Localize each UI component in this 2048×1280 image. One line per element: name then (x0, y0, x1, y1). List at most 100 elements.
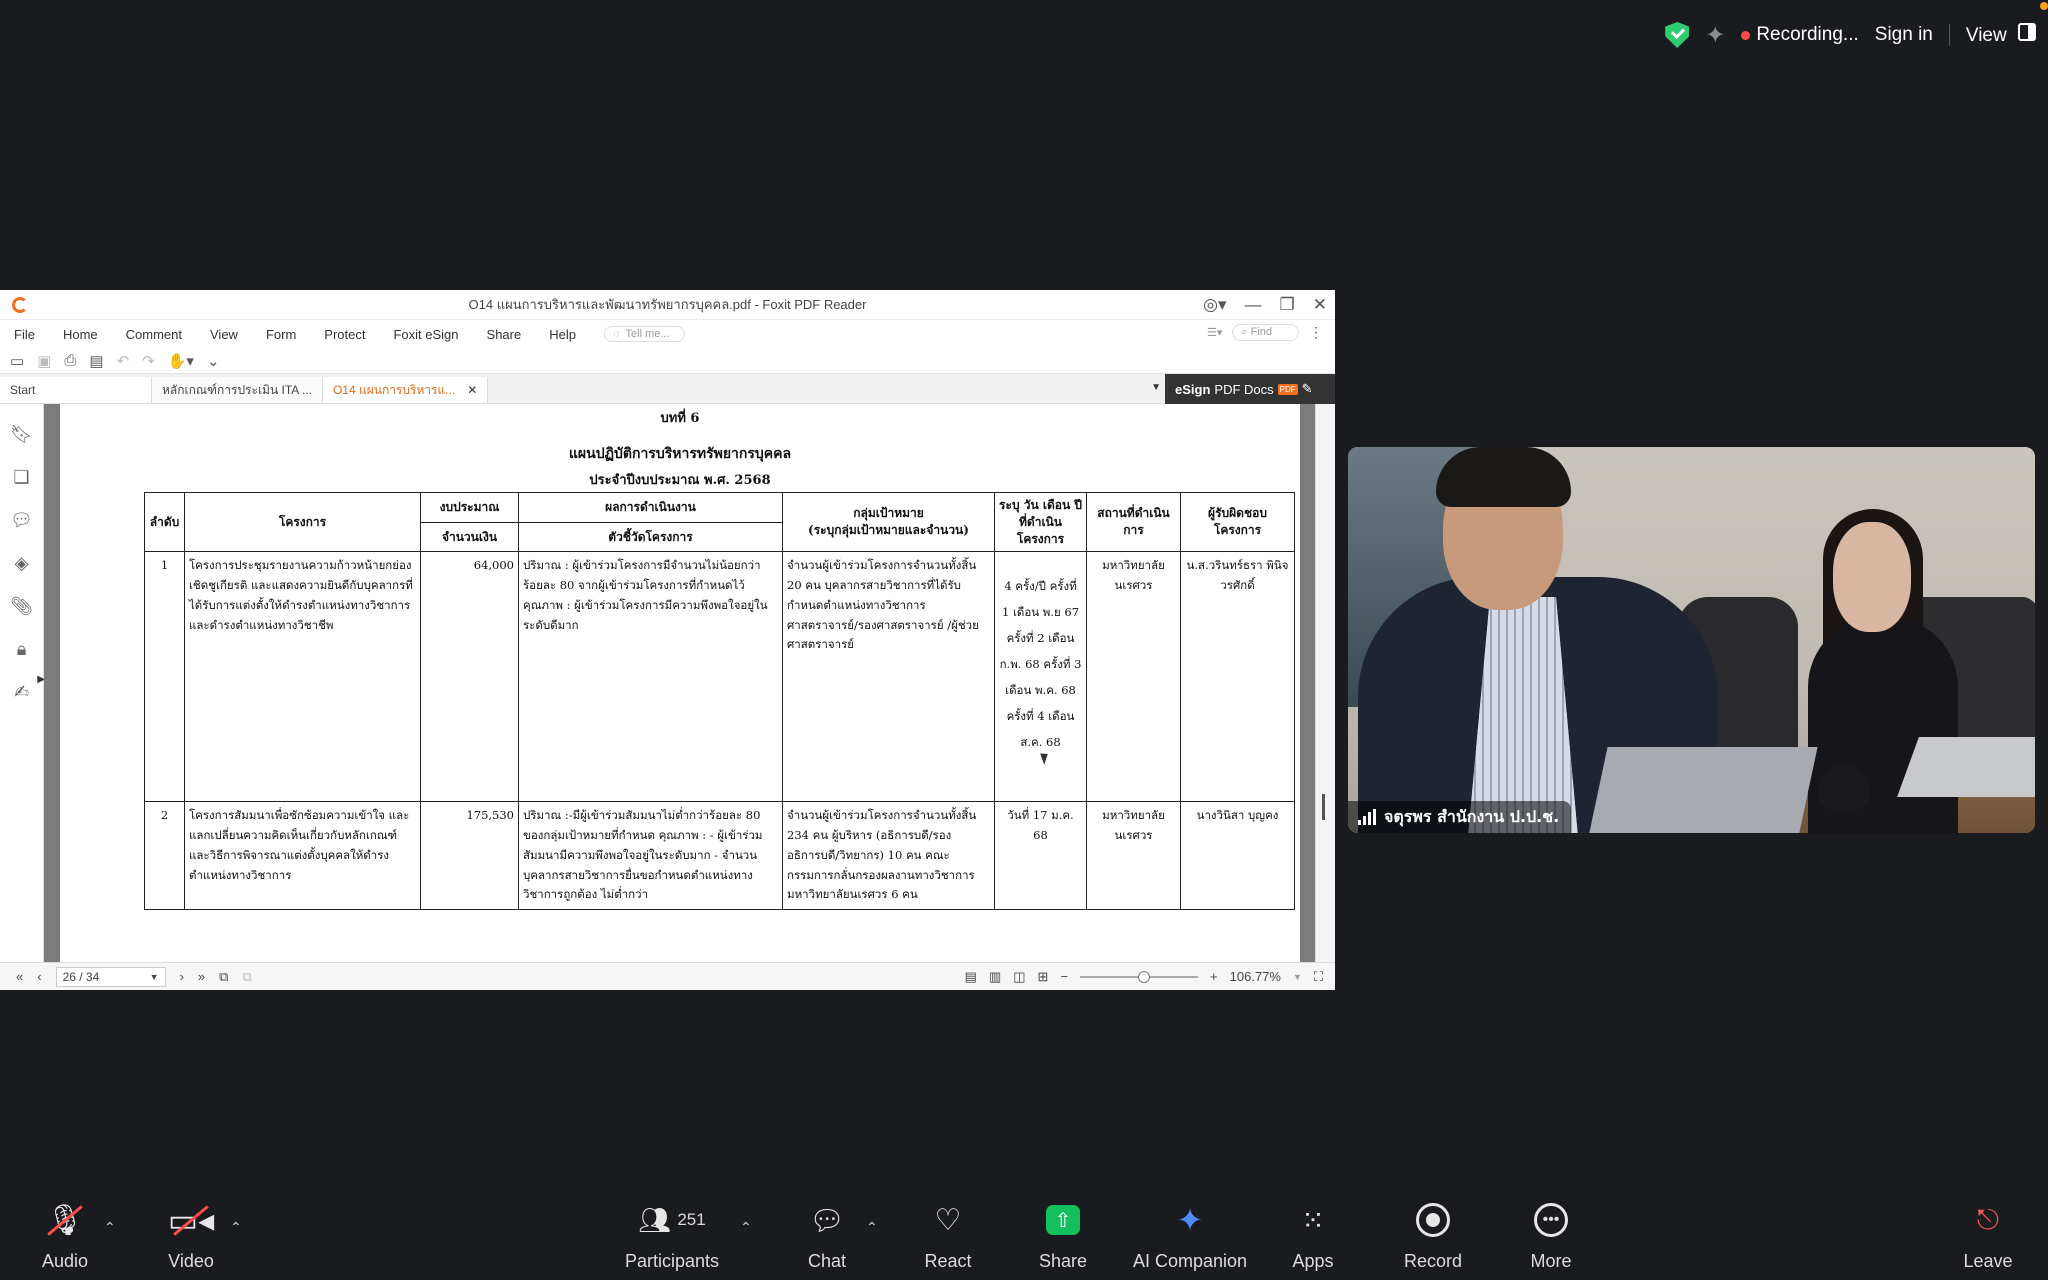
menu-home[interactable]: Home (63, 327, 98, 342)
close-icon[interactable]: ✕ (1313, 295, 1327, 315)
page-number-field[interactable]: 26 / 34 ▼ (55, 966, 166, 987)
apps-label: Apps (1292, 1251, 1334, 1271)
next-page-icon[interactable]: › (180, 969, 184, 984)
print-icon[interactable]: ⎙ (64, 352, 76, 369)
search-mode-icon[interactable]: ☰▾ (1207, 326, 1222, 339)
record-button[interactable]: Record (1400, 1170, 1466, 1280)
open-icon[interactable]: ▭ (10, 352, 24, 370)
first-page-icon[interactable]: « (16, 969, 23, 984)
layers-icon[interactable]: ◈ (15, 553, 29, 574)
cell-place: มหาวิทยาลัยนเรศวร (1086, 801, 1181, 911)
single-page-icon[interactable]: ▤ (965, 969, 977, 985)
video-options-caret-icon[interactable]: ⌃ (230, 1220, 242, 1236)
redo-icon[interactable]: ↷ (142, 352, 155, 370)
header-owner: ผู้รับผิดชอบโครงการ (1180, 491, 1295, 553)
menu-file[interactable]: File (14, 327, 35, 342)
foxit-body: 🔖︎ ❏ 💬︎ ◈ 📎︎ 🔒︎ ✍︎ ▶ บทที่ 6 แผนปฏิบัติก… (0, 404, 1335, 962)
header-result-sub: ตัวชี้วัดโครงการ (518, 521, 783, 553)
signature-icon[interactable]: ✍︎ (14, 682, 29, 703)
participant-name: จตุรพร สำนักงาน ป.ป.ช. (1384, 806, 1560, 826)
audio-options-caret-icon[interactable]: ⌃ (104, 1220, 116, 1236)
react-button[interactable]: ♡ React (920, 1170, 976, 1280)
restore-icon[interactable]: ❐ (1280, 295, 1295, 315)
ai-companion-icon: ✦ (1176, 1202, 1204, 1238)
more-options-icon[interactable]: ⋮ (1309, 324, 1323, 341)
menu-form[interactable]: Form (266, 327, 296, 342)
video-laptop (1897, 737, 2035, 797)
tab-close-icon[interactable]: ✕ (467, 383, 477, 397)
zoom-slider[interactable] (1080, 970, 1199, 983)
chat-button[interactable]: 💬︎ Chat (800, 1170, 854, 1280)
apps-button[interactable]: ⁙ Apps (1285, 1170, 1341, 1280)
page-dropdown-icon: ▼ (149, 971, 159, 982)
minimize-icon[interactable]: — (1245, 295, 1262, 315)
pages-icon[interactable]: ❏ (13, 467, 29, 488)
participants-caret-icon[interactable]: ⌃ (740, 1220, 752, 1236)
tab-start[interactable]: Start (0, 377, 152, 403)
cell-project: โครงการประชุมรายงานความก้าวหน้ายกย่องเชิ… (184, 551, 421, 803)
share-button[interactable]: ⇧ Share (1035, 1170, 1091, 1280)
print-preview-icon[interactable]: ▤ (89, 352, 103, 370)
lock-icon[interactable]: 🔒︎ (17, 639, 27, 660)
more-button[interactable]: ••• More (1522, 1170, 1580, 1280)
scrollbar-thumb[interactable] (1322, 794, 1325, 820)
apps-icon: ⁙ (1301, 1204, 1325, 1236)
facing-icon[interactable]: ◫ (1013, 969, 1025, 985)
menu-share[interactable]: Share (487, 327, 522, 342)
cell-indicator: ปริมาณ :-มีผู้เข้าร่วมสัมมนาไม่ต่ำกว่าร้… (518, 801, 783, 911)
menu-help[interactable]: Help (549, 327, 576, 342)
leave-icon: ⎋ (1976, 1203, 2000, 1235)
ai-companion-button[interactable]: ✦ AI Companion (1130, 1170, 1250, 1280)
last-page-icon[interactable]: » (198, 969, 205, 984)
prev-page-icon[interactable]: ‹ (37, 969, 41, 984)
zoom-in-icon[interactable]: + (1210, 969, 1218, 984)
customize-toolbar-icon[interactable]: ⌄ (207, 352, 220, 370)
video-label: Video (168, 1251, 214, 1271)
menu-comment[interactable]: Comment (126, 327, 182, 342)
account-icon[interactable]: ◎▾ (1203, 295, 1226, 315)
fullscreen-icon[interactable]: ⛶ (1314, 969, 1323, 985)
zoom-out-icon[interactable]: − (1060, 969, 1068, 984)
tell-me-input[interactable]: ◌ Tell me... (603, 326, 685, 342)
zoom-top-bar: ✦ Recording... Sign in View (1665, 18, 2036, 52)
attachment-icon[interactable]: 📎︎ (10, 596, 33, 617)
participants-button[interactable]: 👥︎ 251 Participants (620, 1170, 724, 1280)
reflow-icon[interactable]: ⧉ (242, 969, 251, 985)
pen-icon: ✎ (1301, 381, 1313, 396)
continuous-facing-icon[interactable]: ⊞ (1038, 969, 1049, 985)
view-button[interactable]: View (1966, 23, 2036, 47)
participant-video-tile[interactable]: จตุรพร สำนักงาน ป.ป.ช. (1348, 447, 2035, 833)
share-label: Share (1038, 1251, 1088, 1271)
menu-view[interactable]: View (210, 327, 238, 342)
audio-button[interactable]: 🎙︎ Audio (28, 1170, 102, 1280)
bookmark-icon[interactable]: 🔖︎ (10, 424, 33, 445)
zoom-dropdown-icon[interactable]: ▼ (1293, 972, 1302, 982)
left-panel: 🔖︎ ❏ 💬︎ ◈ 📎︎ 🔒︎ ✍︎ ▶ (0, 404, 45, 962)
hand-tool-icon[interactable]: ✋▾ (168, 352, 194, 370)
foxit-status-bar: « ‹ 26 / 34 ▼ › » ⧉ ⧉ ▤ ▥ ◫ ⊞ − + 106.77… (0, 962, 1335, 990)
continuous-icon[interactable]: ▥ (989, 969, 1001, 985)
recording-indicator[interactable]: Recording... (1741, 24, 1859, 46)
copy-page-icon[interactable]: ⧉ (219, 969, 228, 985)
esign-promo-banner[interactable]: eSign PDF Docs PDF ✎ (1165, 374, 1335, 404)
find-input[interactable]: ⌕ Find (1232, 324, 1299, 341)
tab-o14-plan[interactable]: O14 แผนการบริหารแ... ✕ (322, 377, 489, 403)
tab-ita-criteria[interactable]: หลักเกณฑ์การประเมิน ITA ... (152, 377, 323, 403)
participant-name-label: จตุรพร สำนักงาน ป.ป.ช. (1348, 801, 1572, 833)
zoom-level[interactable]: 106.77% (1230, 969, 1281, 984)
undo-icon[interactable]: ↶ (117, 352, 130, 370)
ai-sparkle-icon[interactable]: ✦ (1705, 21, 1725, 50)
page-indicator: 26 / 34 (62, 969, 100, 984)
document-viewport[interactable]: บทที่ 6 แผนปฏิบัติการบริหารทรัพยากรบุคคล… (44, 404, 1315, 962)
video-button[interactable]: ▭◂ Video (154, 1170, 228, 1280)
menu-foxit-esign[interactable]: Foxit eSign (393, 327, 458, 342)
vertical-scrollbar[interactable] (1315, 404, 1335, 962)
menu-protect[interactable]: Protect (324, 327, 365, 342)
sign-in-button[interactable]: Sign in (1875, 24, 1933, 46)
save-icon[interactable]: ▣ (37, 352, 51, 370)
chat-caret-icon[interactable]: ⌃ (866, 1220, 878, 1236)
security-shield-icon[interactable] (1665, 22, 1690, 48)
comments-icon[interactable]: 💬︎ (10, 510, 33, 531)
leave-button[interactable]: ⎋ Leave (1960, 1170, 2016, 1280)
tab-list-arrow-icon[interactable]: ▼ (1151, 382, 1161, 393)
